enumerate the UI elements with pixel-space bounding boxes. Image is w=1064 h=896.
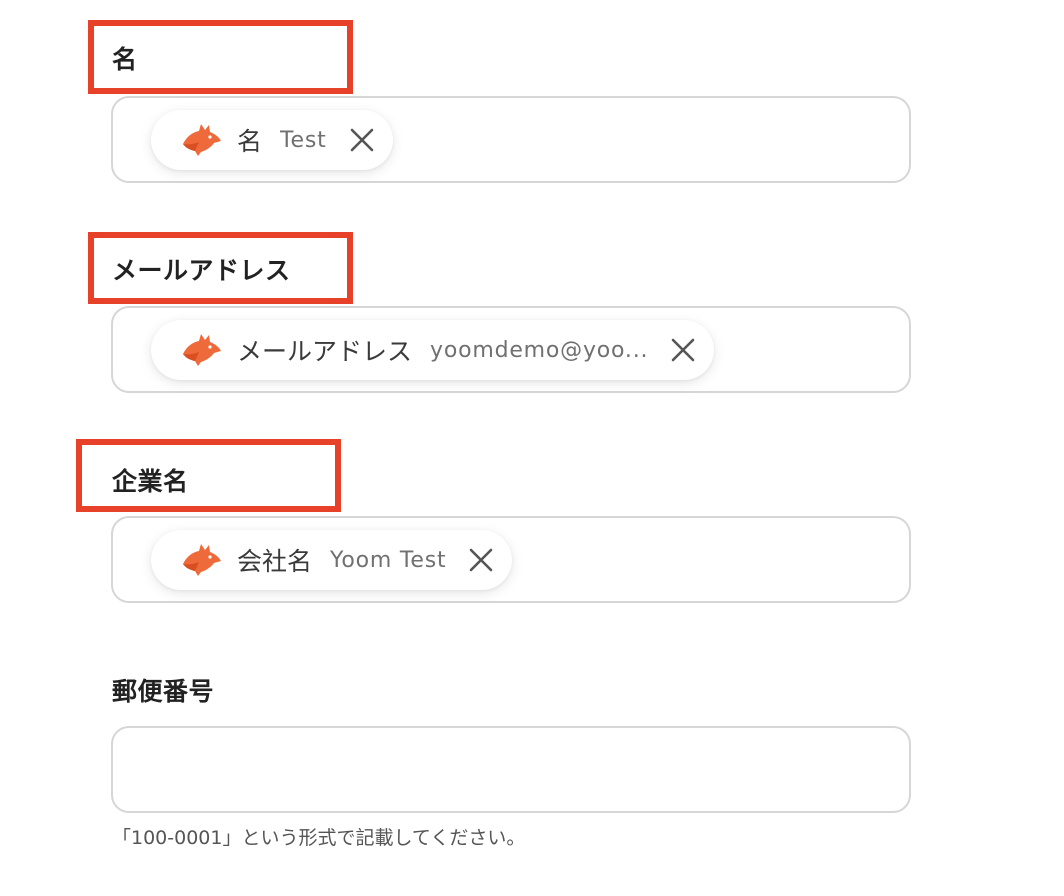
close-icon[interactable] — [349, 127, 375, 153]
field-label-email: メールアドレス — [112, 256, 291, 285]
field-label-first-name: 名 — [112, 45, 138, 74]
yoom-fox-icon — [183, 544, 221, 576]
postal-code-help-text: 「100-0001」という形式で記載してください。 — [112, 827, 526, 849]
chip-variable-name: メールアドレス — [237, 337, 413, 366]
variable-chip[interactable]: 名 Test — [151, 110, 393, 170]
variable-chip[interactable]: メールアドレス yoomdemo@yoo... — [151, 320, 715, 380]
company-field[interactable]: 会社名 Yoom Test — [111, 516, 911, 603]
close-icon[interactable] — [468, 547, 494, 573]
form-canvas: 名 名 Test メールアドレス メールアドレス yoomdemo@yoo...… — [0, 0, 1064, 896]
first-name-field[interactable]: 名 Test — [111, 96, 911, 183]
chip-variable-value: yoomdemo@yoo... — [430, 337, 649, 363]
field-label-postal-code: 郵便番号 — [112, 677, 215, 706]
variable-chip[interactable]: 会社名 Yoom Test — [151, 530, 513, 590]
yoom-fox-icon — [183, 334, 221, 366]
chip-variable-name: 名 — [237, 127, 263, 156]
chip-variable-value: Yoom Test — [330, 547, 447, 573]
yoom-fox-icon — [183, 124, 221, 156]
email-field[interactable]: メールアドレス yoomdemo@yoo... — [111, 306, 911, 393]
close-icon[interactable] — [670, 337, 696, 363]
chip-variable-name: 会社名 — [237, 547, 313, 576]
postal-code-input[interactable] — [111, 726, 911, 813]
chip-variable-value: Test — [280, 127, 327, 153]
field-label-company: 企業名 — [112, 467, 189, 496]
